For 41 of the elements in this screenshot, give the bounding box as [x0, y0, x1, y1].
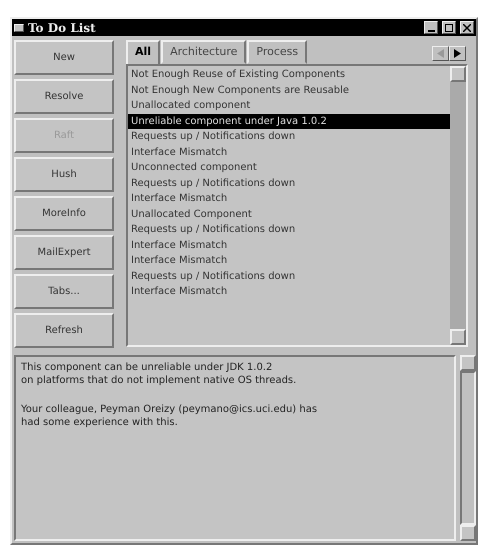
scrollbar[interactable]	[450, 66, 466, 345]
left-arrow-icon	[437, 49, 444, 58]
action-button[interactable]: New	[14, 40, 114, 75]
action-button[interactable]: Tabs...	[14, 274, 114, 309]
list-item[interactable]: Not Enough Reuse of Existing Components	[128, 67, 450, 82]
scroll-tabs-right-button[interactable]	[449, 46, 466, 61]
action-button[interactable]: Resolve	[14, 79, 114, 114]
list-item[interactable]: Interface Mismatch	[128, 191, 450, 206]
close-button[interactable]	[460, 21, 474, 34]
list-item[interactable]: Interface Mismatch	[128, 144, 450, 160]
list-item[interactable]: Interface Mismatch	[128, 238, 450, 253]
list-item[interactable]: Not Enough New Components are Reusable	[128, 82, 450, 98]
list-item[interactable]: Requests up / Notifications down	[128, 176, 450, 191]
tab[interactable]: All	[126, 40, 160, 66]
list-item[interactable]: Unconnected component	[128, 160, 450, 176]
list-item[interactable]: Unreliable component under Java 1.0.2	[128, 114, 450, 129]
list-item[interactable]: Requests up / Notifications down	[128, 222, 450, 238]
list-item[interactable]: Interface Mismatch	[128, 284, 450, 300]
minimize-icon	[428, 30, 434, 32]
maximize-button[interactable]	[442, 21, 456, 34]
close-icon	[463, 24, 471, 32]
window-title: To Do List	[28, 20, 97, 36]
maximize-icon	[445, 24, 453, 32]
scrollbar[interactable]	[460, 355, 476, 541]
action-button[interactable]: Refresh	[14, 313, 114, 348]
right-arrow-icon	[454, 49, 461, 58]
action-button[interactable]: MailExpert	[14, 235, 114, 270]
action-button[interactable]: Hush	[14, 157, 114, 192]
action-button[interactable]: MoreInfo	[14, 196, 114, 231]
list-item[interactable]: Requests up / Notifications down	[128, 268, 450, 284]
list-item[interactable]: Unallocated Component	[128, 206, 450, 222]
window-menu-button[interactable]	[14, 24, 24, 32]
tab[interactable]: Process	[247, 40, 308, 64]
list-item[interactable]: Requests up / Notifications down	[128, 129, 450, 144]
description-paragraph: This component can be unreliable under JDK 1.0.2 on platforms that do not implement native OS threads.	[21, 361, 298, 387]
scroll-tabs-left-button[interactable]	[432, 46, 449, 61]
description-paragraph: Your colleague, Peyman Oreizy (peymano@ics.uci.edu) has had some experience with this.	[21, 403, 318, 429]
tab[interactable]: Architecture	[161, 40, 246, 64]
list-item[interactable]: Interface Mismatch	[128, 253, 450, 268]
minimize-button[interactable]	[424, 21, 438, 34]
list-item[interactable]: Unallocated component	[128, 98, 450, 114]
